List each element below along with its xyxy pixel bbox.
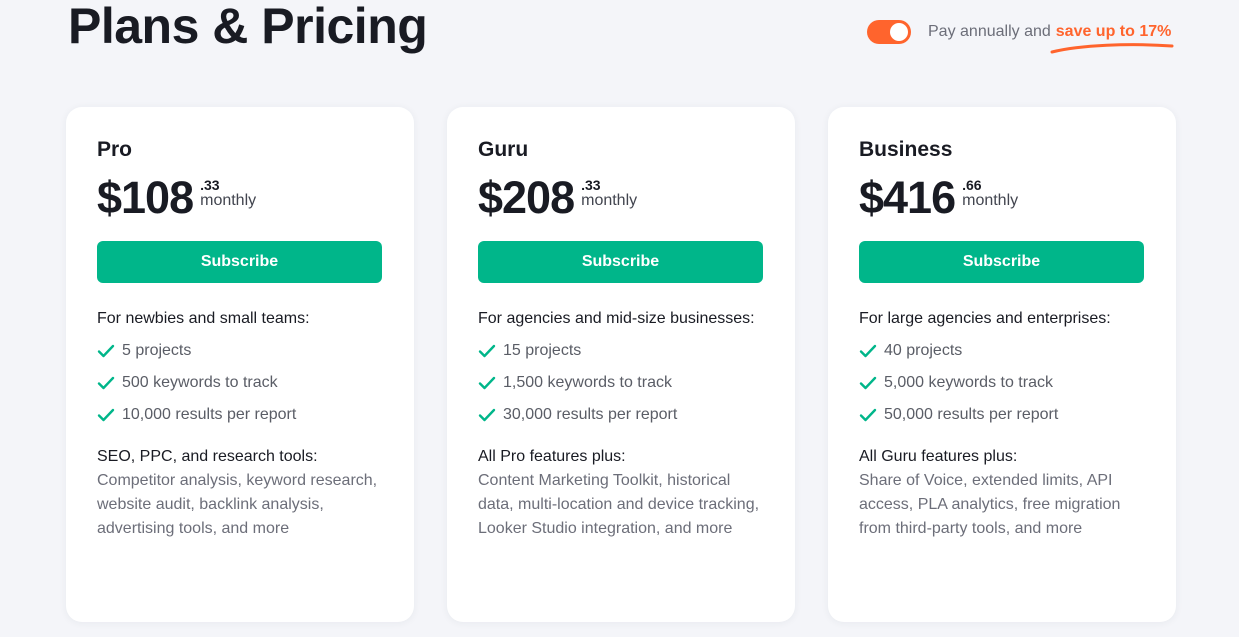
billing-toggle-group: Pay annually and save up to 17%	[867, 18, 1174, 54]
price-period: monthly	[581, 192, 638, 209]
subscribe-button[interactable]: Subscribe	[97, 241, 382, 283]
feature-text: 500 keywords to track	[122, 374, 278, 391]
feature-item: 500 keywords to track	[97, 367, 382, 399]
feature-text: 1,500 keywords to track	[503, 374, 672, 391]
plan-card-business: Business $416 .66 monthly Subscribe For …	[828, 107, 1176, 622]
feature-text: 50,000 results per report	[884, 406, 1059, 423]
feature-list: 5 projects 500 keywords to track 10,000 …	[97, 335, 382, 431]
extra-features-body: Content Marketing Toolkit, historical da…	[478, 472, 760, 537]
feature-item: 1,500 keywords to track	[478, 367, 763, 399]
feature-text: 15 projects	[503, 342, 582, 359]
feature-item: 5,000 keywords to track	[859, 367, 1144, 399]
check-icon	[97, 344, 115, 358]
feature-item: 30,000 results per report	[478, 399, 763, 431]
check-icon	[859, 408, 877, 422]
price-whole: $416	[859, 172, 956, 223]
plan-audience: For large agencies and enterprises:	[859, 310, 1111, 327]
subscribe-button[interactable]: Subscribe	[859, 241, 1144, 283]
feature-text: 5,000 keywords to track	[884, 374, 1053, 391]
price-period: monthly	[962, 192, 1019, 209]
feature-item: 5 projects	[97, 335, 382, 367]
feature-text: 30,000 results per report	[503, 406, 678, 423]
annual-billing-toggle[interactable]	[867, 20, 911, 44]
feature-text: 10,000 results per report	[122, 406, 297, 423]
plan-audience: For agencies and mid-size businesses:	[478, 310, 755, 327]
page-title: Plans & Pricing	[68, 0, 428, 54]
check-icon	[478, 344, 496, 358]
price: $208 .33 monthly	[478, 175, 763, 225]
plan-name: Guru	[478, 138, 529, 161]
feature-text: 40 projects	[884, 342, 963, 359]
feature-list: 40 projects 5,000 keywords to track 50,0…	[859, 335, 1144, 431]
check-icon	[97, 408, 115, 422]
plan-name: Business	[859, 138, 953, 161]
plan-card-guru: Guru $208 .33 monthly Subscribe For agen…	[447, 107, 795, 622]
extra-features-title: SEO, PPC, and research tools:	[97, 448, 318, 465]
extra-features-body: Share of Voice, extended limits, API acc…	[859, 472, 1121, 537]
price: $108 .33 monthly	[97, 175, 382, 225]
savings-text: save up to 17%	[1055, 23, 1172, 40]
extra-features-title: All Pro features plus:	[478, 448, 626, 465]
savings-highlight: save up to 17%	[1050, 23, 1174, 54]
price-period: monthly	[200, 192, 257, 209]
price-cents: .66	[962, 177, 982, 193]
feature-list: 15 projects 1,500 keywords to track 30,0…	[478, 335, 763, 431]
check-icon	[478, 376, 496, 390]
check-icon	[859, 344, 877, 358]
check-icon	[97, 376, 115, 390]
toggle-knob	[890, 23, 908, 41]
feature-item: 50,000 results per report	[859, 399, 1144, 431]
price-cents: .33	[200, 177, 220, 193]
feature-item: 10,000 results per report	[97, 399, 382, 431]
price: $416 .66 monthly	[859, 175, 1144, 225]
plan-card-pro: Pro $108 .33 monthly Subscribe For newbi…	[66, 107, 414, 622]
feature-item: 15 projects	[478, 335, 763, 367]
extra-features-title: All Guru features plus:	[859, 448, 1018, 465]
price-whole: $208	[478, 172, 575, 223]
plan-name: Pro	[97, 138, 133, 161]
feature-item: 40 projects	[859, 335, 1144, 367]
price-cents: .33	[581, 177, 601, 193]
price-whole: $108	[97, 172, 194, 223]
subscribe-button[interactable]: Subscribe	[478, 241, 763, 283]
check-icon	[859, 376, 877, 390]
feature-text: 5 projects	[122, 342, 192, 359]
underline-swoosh-icon	[1050, 43, 1174, 54]
check-icon	[478, 408, 496, 422]
extra-features-body: Competitor analysis, keyword research, w…	[97, 472, 378, 537]
plan-audience: For newbies and small teams:	[97, 310, 310, 327]
billing-label: Pay annually and	[928, 23, 1051, 40]
